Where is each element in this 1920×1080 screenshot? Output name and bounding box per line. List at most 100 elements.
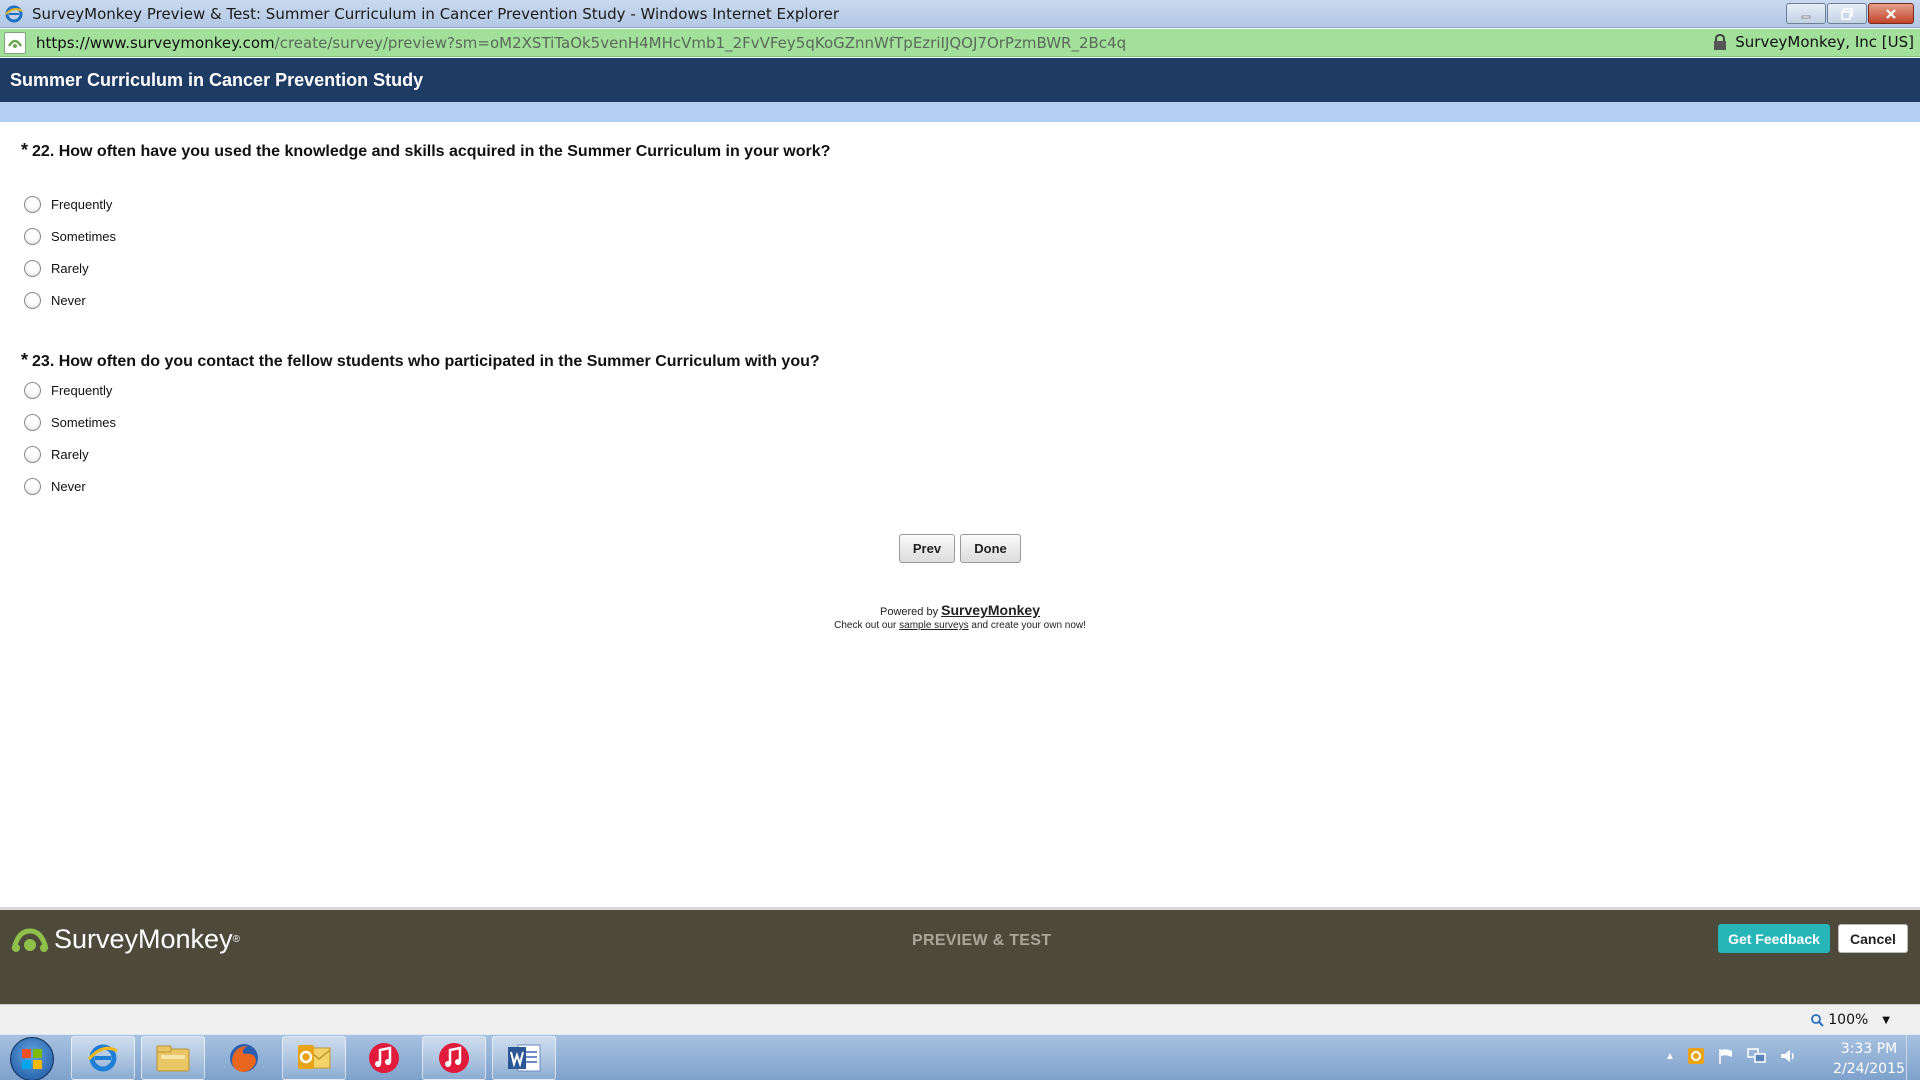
- required-asterisk: *: [21, 350, 29, 370]
- taskbar-firefox[interactable]: [212, 1036, 276, 1080]
- option-label: Never: [51, 479, 86, 494]
- folder-icon: [156, 1045, 190, 1072]
- chevron-down-icon[interactable]: ▼: [1882, 1015, 1890, 1026]
- preview-test-bar: SurveyMonkey ® PREVIEW & TEST Get Feedbac…: [0, 907, 1920, 1004]
- site-identity[interactable]: SurveyMonkey, Inc [US]: [1713, 33, 1914, 51]
- radio-button[interactable]: [24, 196, 41, 213]
- taskbar: ▲ 3:33 PM 2/24/2015: [0, 1034, 1920, 1080]
- windows-logo-icon: [22, 1049, 42, 1069]
- word-icon: [508, 1044, 541, 1072]
- monkey-logo-icon: [11, 927, 49, 952]
- q23-option-frequently[interactable]: Frequently: [24, 382, 112, 399]
- internet-explorer-icon: [87, 1044, 118, 1072]
- action-center-flag-icon[interactable]: [1717, 1047, 1735, 1065]
- radio-button[interactable]: [24, 446, 41, 463]
- radio-button[interactable]: [24, 382, 41, 399]
- start-button[interactable]: [10, 1037, 54, 1080]
- radio-button[interactable]: [24, 260, 41, 277]
- required-asterisk: *: [21, 140, 29, 160]
- powered-by: Powered by SurveyMonkey: [0, 602, 1920, 618]
- taskbar-internet-explorer[interactable]: [71, 1036, 135, 1080]
- get-feedback-button[interactable]: Get Feedback: [1718, 924, 1830, 953]
- survey-header: Summer Curriculum in Cancer Prevention S…: [0, 58, 1920, 102]
- checkout-suffix: and create your own now!: [971, 620, 1086, 631]
- internet-explorer-icon: [5, 5, 23, 22]
- show-desktop-button[interactable]: [1906, 1035, 1920, 1080]
- outlook-icon: [298, 1045, 331, 1069]
- url-host: https://www.surveymonkey.com: [36, 33, 275, 52]
- q22-option-sometimes[interactable]: Sometimes: [24, 228, 116, 245]
- logo-wordmark: SurveyMonkey: [54, 924, 233, 954]
- surveymonkey-logo: SurveyMonkey ®: [10, 924, 240, 955]
- zoom-control[interactable]: 100% ▼: [1810, 1012, 1890, 1028]
- system-clock[interactable]: 3:33 PM 2/24/2015: [1826, 1039, 1912, 1079]
- prev-button[interactable]: Prev: [899, 534, 955, 563]
- option-label: Rarely: [51, 261, 89, 276]
- lock-icon: [1714, 34, 1727, 50]
- taskbar-word[interactable]: [492, 1036, 556, 1080]
- minimize-icon: [1801, 15, 1811, 18]
- radio-button[interactable]: [24, 228, 41, 245]
- url-text[interactable]: https://www.surveymonkey.com/create/surv…: [36, 34, 1126, 52]
- option-label: Rarely: [51, 447, 89, 462]
- system-tray: ▲: [1665, 1047, 1809, 1065]
- radio-button[interactable]: [24, 414, 41, 431]
- volume-icon[interactable]: [1779, 1047, 1797, 1065]
- question-23: * 23. How often do you contact the fellow…: [21, 350, 820, 371]
- powered-by-text: Powered by: [880, 606, 939, 618]
- network-icon[interactable]: [1747, 1047, 1767, 1065]
- url-path: /create/survey/preview?sm=oM2XSTiTaOk5ve…: [274, 33, 1127, 52]
- option-label: Frequently: [51, 383, 113, 398]
- outlook-tray-icon[interactable]: [1687, 1047, 1705, 1065]
- zoom-level: 100%: [1828, 1012, 1869, 1028]
- q22-option-never[interactable]: Never: [24, 292, 86, 309]
- minimize-button[interactable]: [1786, 3, 1826, 24]
- show-hidden-icons-icon[interactable]: ▲: [1665, 1051, 1675, 1062]
- q23-option-sometimes[interactable]: Sometimes: [24, 414, 116, 431]
- radio-button[interactable]: [24, 292, 41, 309]
- zoom-icon: [1811, 1014, 1824, 1027]
- done-button[interactable]: Done: [960, 534, 1021, 563]
- itunes-icon: [369, 1043, 399, 1073]
- status-bar: 100% ▼: [0, 1004, 1920, 1034]
- taskbar-itunes[interactable]: [352, 1036, 416, 1080]
- survey-title: Summer Curriculum in Cancer Prevention S…: [10, 69, 424, 90]
- sample-surveys-link[interactable]: sample surveys: [899, 620, 968, 631]
- q22-option-frequently[interactable]: Frequently: [24, 196, 112, 213]
- cancel-button[interactable]: Cancel: [1838, 924, 1908, 953]
- surveymonkey-link[interactable]: SurveyMonkey: [941, 602, 1040, 618]
- progress-strip: [0, 102, 1920, 122]
- checkout-line: Check out our sample surveys and create …: [0, 620, 1920, 631]
- option-label: Sometimes: [51, 415, 117, 430]
- restore-button[interactable]: [1827, 3, 1867, 24]
- clock-date: 2/24/2015: [1833, 1061, 1905, 1077]
- q23-option-rarely[interactable]: Rarely: [24, 446, 89, 463]
- window-title: SurveyMonkey Preview & Test: Summer Curr…: [32, 4, 840, 23]
- q22-option-rarely[interactable]: Rarely: [24, 260, 89, 277]
- question-text: 23. How often do you contact the fellow …: [32, 353, 820, 370]
- itunes-icon: [439, 1043, 469, 1073]
- question-22: * 22. How often have you used the knowled…: [21, 140, 830, 161]
- checkout-prefix: Check out our: [834, 620, 897, 631]
- site-identity-text: SurveyMonkey, Inc [US]: [1735, 33, 1914, 51]
- option-label: Never: [51, 293, 86, 308]
- window-title-bar: SurveyMonkey Preview & Test: Summer Curr…: [0, 0, 1920, 28]
- address-bar[interactable]: https://www.surveymonkey.com/create/surv…: [0, 29, 1920, 57]
- clock-time: 3:33 PM: [1840, 1041, 1898, 1057]
- surveymonkey-favicon-icon: [7, 39, 23, 48]
- close-window-button[interactable]: [1868, 3, 1914, 24]
- question-text: 22. How often have you used the knowledg…: [32, 143, 831, 160]
- taskbar-windows-explorer[interactable]: [141, 1036, 205, 1080]
- radio-button[interactable]: [24, 478, 41, 495]
- page-icon: [4, 31, 26, 54]
- close-icon: [1886, 8, 1896, 19]
- option-label: Sometimes: [51, 229, 117, 244]
- registered-mark: ®: [232, 934, 240, 945]
- option-label: Frequently: [51, 197, 113, 212]
- preview-test-label: PREVIEW & TEST: [912, 932, 1052, 949]
- taskbar-outlook[interactable]: [282, 1036, 346, 1080]
- restore-icon: [1841, 7, 1853, 20]
- taskbar-itunes-window[interactable]: [422, 1036, 486, 1080]
- q23-option-never[interactable]: Never: [24, 478, 86, 495]
- firefox-icon: [230, 1044, 258, 1072]
